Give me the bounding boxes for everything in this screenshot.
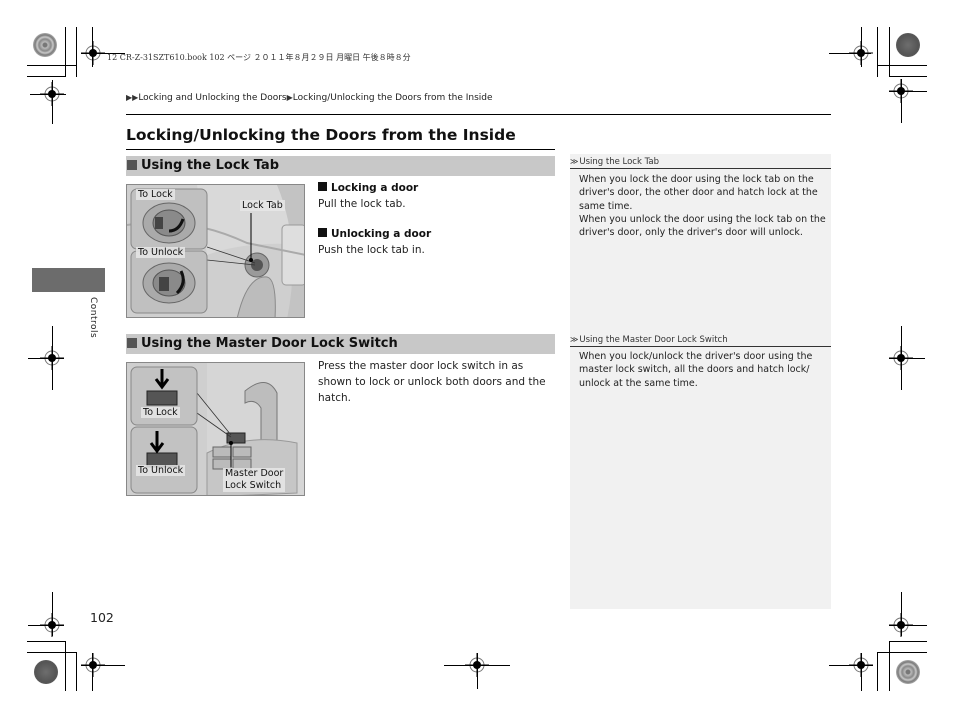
- to-unlock-label: To Unlock: [136, 247, 186, 258]
- crop-line: [477, 653, 478, 689]
- square-bullet-icon: [127, 338, 137, 348]
- crop-line: [901, 326, 902, 390]
- registration-dot-icon: [896, 33, 920, 57]
- file-header: 12 CR-Z-31SZT610.book 102 ページ ２０１１年８月２９日…: [107, 53, 411, 62]
- crop-line: [27, 65, 77, 66]
- chapter-tab-label: Controls: [88, 297, 98, 339]
- crop-line: [877, 652, 927, 653]
- page-title: Locking/Unlocking the Doors from the Ins…: [126, 126, 516, 144]
- crop-line: [829, 53, 871, 54]
- section-heading-text: Using the Lock Tab: [141, 158, 280, 173]
- crop-line: [76, 27, 77, 77]
- crop-line: [52, 80, 53, 124]
- reference-arrow-icon: ≫: [570, 157, 579, 166]
- breadcrumb-parent[interactable]: Locking and Unlocking the Doors: [138, 93, 286, 103]
- crop-line: [30, 94, 66, 95]
- crop-line: [901, 592, 902, 636]
- chapter-tab[interactable]: [32, 268, 105, 292]
- crop-line: [861, 653, 862, 691]
- registration-dot-icon: [896, 660, 920, 684]
- title-divider: [126, 149, 555, 150]
- step-heading-text: Locking a door: [331, 182, 419, 194]
- square-bullet-icon: [318, 182, 327, 191]
- crop-line: [28, 358, 64, 359]
- reference-arrow-icon: ≫: [570, 335, 579, 344]
- to-lock-label: To Lock: [136, 189, 175, 200]
- crop-line: [877, 652, 878, 691]
- crop-line: [65, 27, 66, 77]
- crop-line: [65, 641, 66, 691]
- lock-tab-callout: Lock Tab: [240, 200, 285, 211]
- crop-line: [76, 652, 77, 691]
- crop-line: [81, 665, 125, 666]
- note-paragraph: When you unlock the door using the lock …: [579, 213, 826, 239]
- page-number: 102: [90, 610, 114, 625]
- crop-line: [27, 641, 65, 642]
- crop-line: [877, 65, 927, 66]
- callout-line: Lock Switch: [225, 480, 282, 491]
- crop-line: [92, 27, 93, 67]
- crop-line: [889, 27, 890, 77]
- registration-dot-icon: [34, 660, 58, 684]
- step-heading: Unlocking a door: [318, 226, 554, 242]
- crop-line: [889, 91, 927, 92]
- crop-line: [27, 76, 65, 77]
- crop-line: [52, 592, 53, 636]
- square-bullet-icon: [318, 228, 327, 237]
- crop-line: [28, 625, 64, 626]
- note-body-master-switch: When you lock/unlock the driver's door u…: [579, 350, 827, 390]
- master-switch-callout: Master Door Lock Switch: [223, 468, 286, 492]
- note-paragraph: When you lock/unlock the driver's door u…: [579, 351, 813, 389]
- crop-line: [889, 641, 927, 642]
- master-switch-illustration: To Lock To Unlock Master Door Lock Switch: [126, 362, 305, 496]
- section-heading-master-switch: Using the Master Door Lock Switch: [126, 334, 555, 354]
- breadcrumb: ▶▶Locking and Unlocking the Doors▶Lockin…: [126, 93, 493, 103]
- note-heading-master-switch: ≫Using the Master Door Lock Switch: [570, 333, 831, 347]
- crop-line: [52, 326, 53, 390]
- crop-line: [889, 641, 890, 691]
- crop-line: [889, 625, 927, 626]
- section-heading-lock-tab: Using the Lock Tab: [126, 156, 555, 176]
- crop-line: [861, 27, 862, 67]
- to-lock-label: To Lock: [141, 407, 180, 418]
- to-unlock-label: To Unlock: [136, 465, 186, 476]
- note-heading-lock-tab: ≫Using the Lock Tab: [570, 155, 831, 169]
- crop-line: [889, 358, 925, 359]
- header-divider: [126, 114, 831, 115]
- section-heading-text: Using the Master Door Lock Switch: [141, 336, 398, 351]
- crop-line: [92, 653, 93, 691]
- step-heading: Locking a door: [318, 180, 554, 196]
- crop-line: [889, 76, 927, 77]
- breadcrumb-arrow-icon: ▶▶: [126, 93, 139, 102]
- square-bullet-icon: [127, 160, 137, 170]
- note-body-lock-tab: When you lock the door using the lock ta…: [579, 173, 827, 239]
- lock-tab-steps: Locking a door Pull the lock tab. Unlock…: [318, 180, 554, 258]
- step-text: Push the lock tab in.: [318, 244, 425, 256]
- step-text: Pull the lock tab.: [318, 198, 406, 210]
- crop-line: [877, 27, 878, 77]
- crop-line: [27, 652, 77, 653]
- lock-tab-illustration: To Lock To Unlock Lock Tab: [126, 184, 305, 318]
- step-heading-text: Unlocking a door: [331, 228, 432, 240]
- crop-line: [829, 665, 873, 666]
- note-heading-text: Using the Master Door Lock Switch: [579, 335, 728, 345]
- note-heading-text: Using the Lock Tab: [579, 157, 659, 167]
- master-switch-text: Press the master door lock switch in as …: [318, 360, 546, 404]
- breadcrumb-current: Locking/Unlocking the Doors from the Ins…: [292, 93, 493, 103]
- registration-dot-icon: [33, 33, 57, 57]
- crop-line: [901, 79, 902, 123]
- callout-line: Master Door: [225, 468, 284, 479]
- note-paragraph: When you lock the door using the lock ta…: [579, 174, 818, 212]
